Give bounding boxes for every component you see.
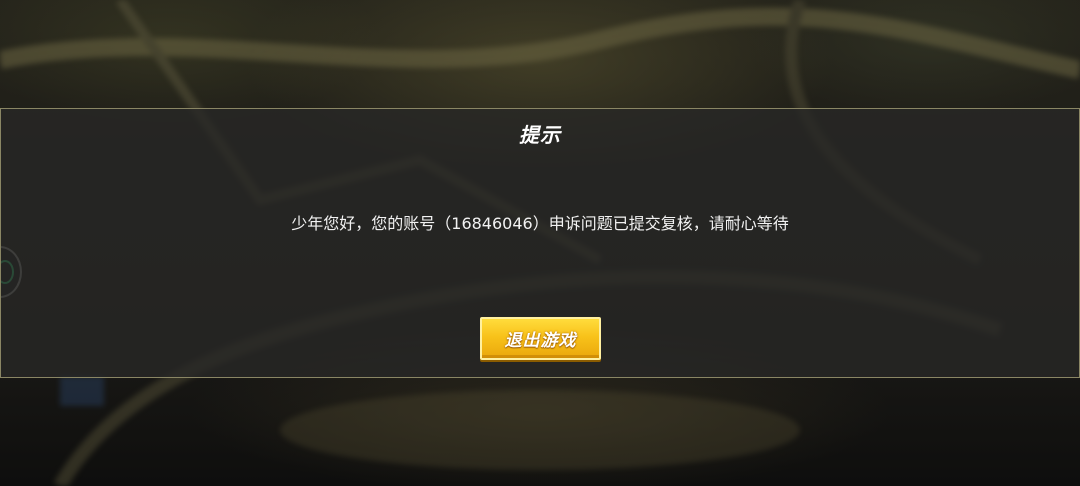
exit-game-button-label: 退出游戏	[504, 331, 577, 351]
notice-dialog: 提示 少年您好，您的账号（16846046）申诉问题已提交复核，请耐心等待 退出…	[0, 108, 1080, 378]
dialog-title: 提示	[519, 123, 561, 147]
dialog-message: 少年您好，您的账号（16846046）申诉问题已提交复核，请耐心等待	[291, 214, 789, 233]
exit-game-button[interactable]: 退出游戏	[480, 317, 601, 360]
game-screen: 提示 少年您好，您的账号（16846046）申诉问题已提交复核，请耐心等待 退出…	[0, 0, 1080, 486]
